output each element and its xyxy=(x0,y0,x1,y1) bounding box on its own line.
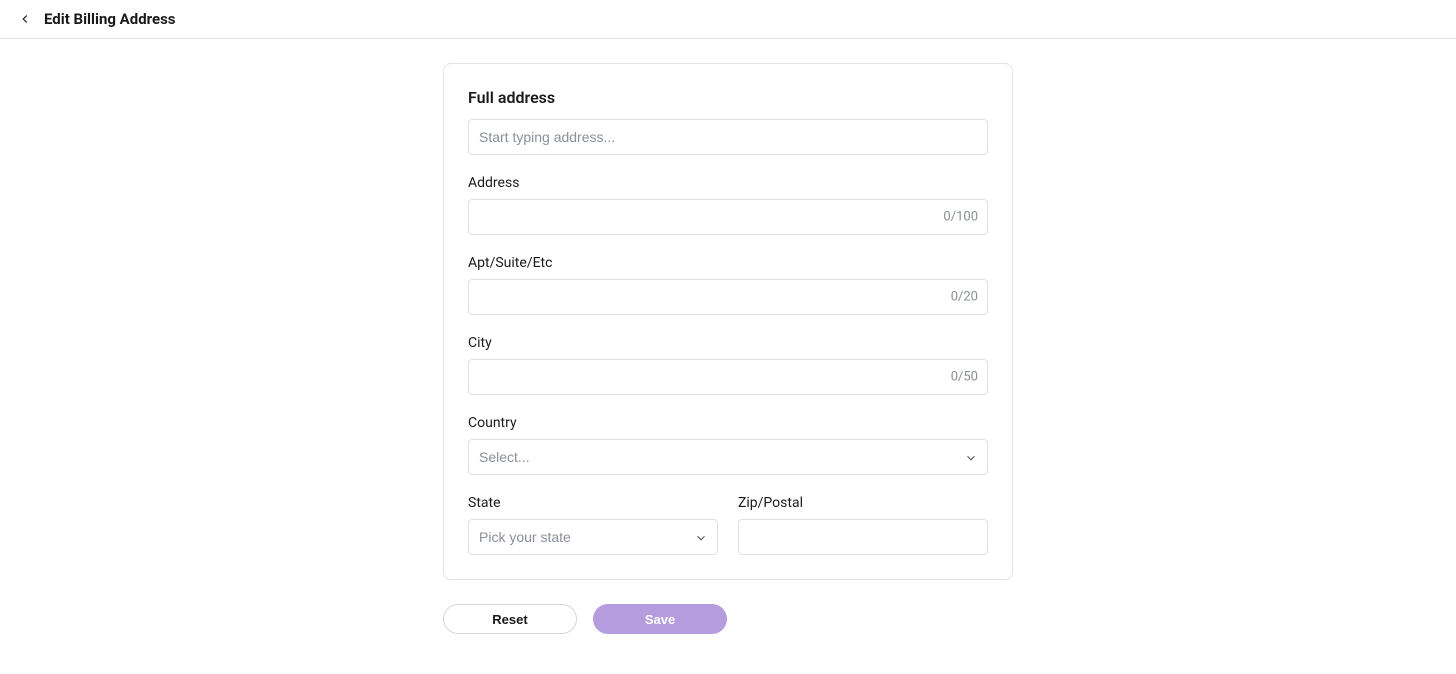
full-address-group: Full address xyxy=(468,88,988,155)
page-header: Edit Billing Address xyxy=(0,0,1456,39)
full-address-label: Full address xyxy=(468,88,988,107)
city-input[interactable] xyxy=(468,359,988,395)
content-area: Full address Address 0/100 Apt/Suite/Etc… xyxy=(0,39,1456,674)
full-address-input[interactable] xyxy=(468,119,988,155)
apt-label: Apt/Suite/Etc xyxy=(468,255,988,271)
state-group: State Pick your state xyxy=(468,495,718,555)
state-select[interactable]: Pick your state xyxy=(468,519,718,555)
reset-button[interactable]: Reset xyxy=(443,604,577,634)
address-group: Address 0/100 xyxy=(468,175,988,235)
address-input[interactable] xyxy=(468,199,988,235)
save-button[interactable]: Save xyxy=(593,604,727,634)
address-label: Address xyxy=(468,175,988,191)
city-group: City 0/50 xyxy=(468,335,988,395)
zip-group: Zip/Postal xyxy=(738,495,988,555)
back-button[interactable] xyxy=(16,10,34,28)
city-label: City xyxy=(468,335,988,351)
page-title: Edit Billing Address xyxy=(44,10,176,28)
country-label: Country xyxy=(468,415,988,431)
button-row: Reset Save xyxy=(443,604,1013,634)
country-select[interactable]: Select... xyxy=(468,439,988,475)
country-group: Country Select... xyxy=(468,415,988,475)
zip-label: Zip/Postal xyxy=(738,495,988,511)
apt-input[interactable] xyxy=(468,279,988,315)
billing-address-form: Full address Address 0/100 Apt/Suite/Etc… xyxy=(443,63,1013,580)
chevron-left-icon xyxy=(18,12,32,26)
state-label: State xyxy=(468,495,718,511)
zip-input[interactable] xyxy=(738,519,988,555)
state-zip-row: State Pick your state Zip/Postal xyxy=(468,495,988,555)
apt-group: Apt/Suite/Etc 0/20 xyxy=(468,255,988,315)
